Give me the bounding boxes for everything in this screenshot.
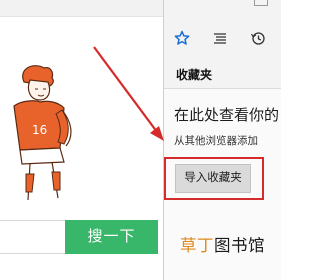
tab-reading-list[interactable] (206, 24, 234, 52)
empty-state-subtext: 从其他浏览器添加 (174, 135, 258, 147)
import-favorites-button[interactable]: 导入收藏夹 (175, 164, 251, 193)
web-page: 16 搜一下 (0, 0, 163, 280)
hub-tab-bar (164, 24, 281, 52)
watermark-accent: 草丁 (180, 236, 214, 255)
svg-text:16: 16 (32, 123, 47, 137)
star-icon (174, 30, 190, 45)
reading-view-icon[interactable] (254, 0, 268, 6)
browser-tab-strip (0, 0, 163, 17)
search-input[interactable] (0, 220, 66, 254)
history-icon (250, 32, 265, 45)
empty-state-heading: 在此处查看你的 (174, 106, 280, 124)
tab-favorites[interactable] (168, 24, 196, 52)
tab-history[interactable] (244, 24, 272, 52)
search-button[interactable]: 搜一下 (65, 220, 158, 254)
watermark: 草丁图书馆 (180, 232, 265, 256)
reading-list-icon (214, 33, 226, 44)
hub-title: 收藏夹 (176, 68, 213, 82)
football-player-illustration: 16 (13, 65, 72, 201)
watermark-rest: 图书馆 (214, 236, 265, 255)
